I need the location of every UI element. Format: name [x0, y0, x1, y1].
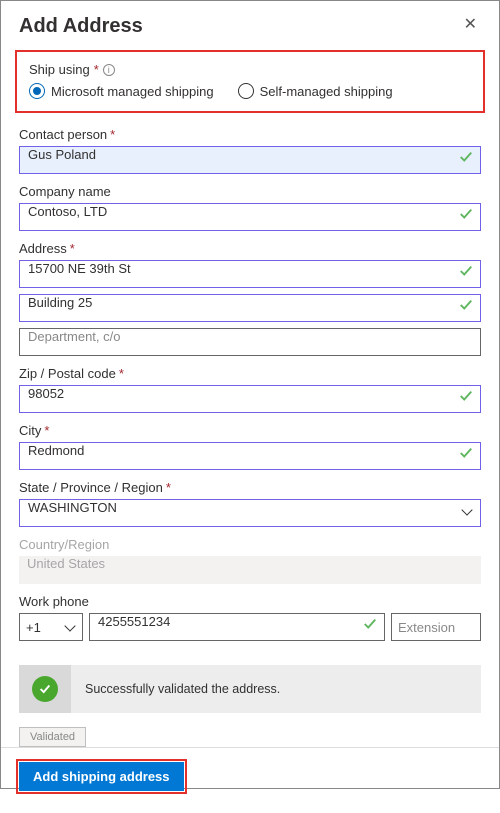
- field-address: Address * 15700 NE 39th St Building 25 D…: [19, 241, 481, 356]
- radio-self-managed[interactable]: Self-managed shipping: [238, 83, 393, 99]
- close-button[interactable]: ✕: [460, 15, 481, 35]
- field-zip: Zip / Postal code * 98052: [19, 366, 481, 413]
- phone-country-code-select[interactable]: +1: [19, 613, 83, 641]
- required-star: *: [110, 127, 115, 142]
- field-label: Address *: [19, 241, 481, 256]
- form-area: Contact person * Gus Poland Company name…: [1, 127, 499, 747]
- validation-icon-box: [19, 665, 71, 713]
- phone-extension-input[interactable]: Extension: [391, 613, 481, 641]
- field-country: Country/Region United States: [19, 537, 481, 584]
- add-address-panel: Add Address ✕ Ship using * i Microsoft m…: [0, 0, 500, 789]
- address-line2-input[interactable]: Building 25: [19, 294, 481, 322]
- field-label: Work phone: [19, 594, 481, 609]
- zip-input[interactable]: 98052: [19, 385, 481, 413]
- field-label: State / Province / Region *: [19, 480, 481, 495]
- field-label: Contact person *: [19, 127, 481, 142]
- radio-microsoft-managed[interactable]: Microsoft managed shipping: [29, 83, 214, 99]
- add-shipping-address-button[interactable]: Add shipping address: [19, 762, 184, 791]
- label-text: State / Province / Region: [19, 480, 163, 495]
- validated-chip: Validated: [19, 727, 86, 747]
- radio-label: Microsoft managed shipping: [51, 84, 214, 99]
- field-state: State / Province / Region * WASHINGTON: [19, 480, 481, 527]
- extension-placeholder: Extension: [398, 620, 455, 635]
- chevron-down-icon: [66, 623, 76, 633]
- ship-using-label: Ship using: [29, 62, 90, 77]
- label-text: Address: [19, 241, 67, 256]
- success-check-icon: [32, 676, 58, 702]
- field-label: City *: [19, 423, 481, 438]
- contact-person-input[interactable]: Gus Poland: [19, 146, 481, 174]
- country-code-value: +1: [26, 620, 41, 635]
- ship-using-radio-group: Microsoft managed shipping Self-managed …: [29, 83, 471, 99]
- required-star: *: [44, 423, 49, 438]
- ship-using-section: Ship using * i Microsoft managed shippin…: [15, 50, 485, 113]
- phone-number-input[interactable]: 4255551234: [89, 613, 385, 641]
- label-text: Zip / Postal code: [19, 366, 116, 381]
- label-text: Contact person: [19, 127, 107, 142]
- label-text: Country/Region: [19, 537, 109, 552]
- panel-title: Add Address: [19, 15, 143, 38]
- city-input[interactable]: Redmond: [19, 442, 481, 470]
- state-select[interactable]: WASHINGTON: [19, 499, 481, 527]
- address-line1-input[interactable]: 15700 NE 39th St: [19, 260, 481, 288]
- field-label: Zip / Postal code *: [19, 366, 481, 381]
- ship-using-label-row: Ship using * i: [29, 62, 471, 77]
- radio-label: Self-managed shipping: [260, 84, 393, 99]
- required-star: *: [119, 366, 124, 381]
- field-city: City * Redmond: [19, 423, 481, 470]
- validation-banner: Successfully validated the address.: [19, 665, 481, 713]
- info-icon[interactable]: i: [103, 64, 115, 76]
- address-line3-input[interactable]: Department, c/o: [19, 328, 481, 356]
- field-label: Company name: [19, 184, 481, 199]
- panel-footer: Add shipping address: [1, 747, 499, 813]
- required-star: *: [94, 62, 99, 77]
- country-input: United States: [19, 556, 481, 584]
- required-star: *: [166, 480, 171, 495]
- label-text: City: [19, 423, 41, 438]
- required-star: *: [70, 241, 75, 256]
- validation-message: Successfully validated the address.: [85, 682, 280, 696]
- field-contact-person: Contact person * Gus Poland: [19, 127, 481, 174]
- company-name-input[interactable]: Contoso, LTD: [19, 203, 481, 231]
- field-label: Country/Region: [19, 537, 481, 552]
- label-text: Company name: [19, 184, 111, 199]
- field-company-name: Company name Contoso, LTD: [19, 184, 481, 231]
- radio-icon: [238, 83, 254, 99]
- label-text: Work phone: [19, 594, 89, 609]
- field-work-phone: Work phone +1 4255551234 Extension: [19, 594, 481, 641]
- radio-icon: [29, 83, 45, 99]
- panel-header: Add Address ✕: [1, 1, 499, 42]
- close-icon: ✕: [464, 16, 477, 33]
